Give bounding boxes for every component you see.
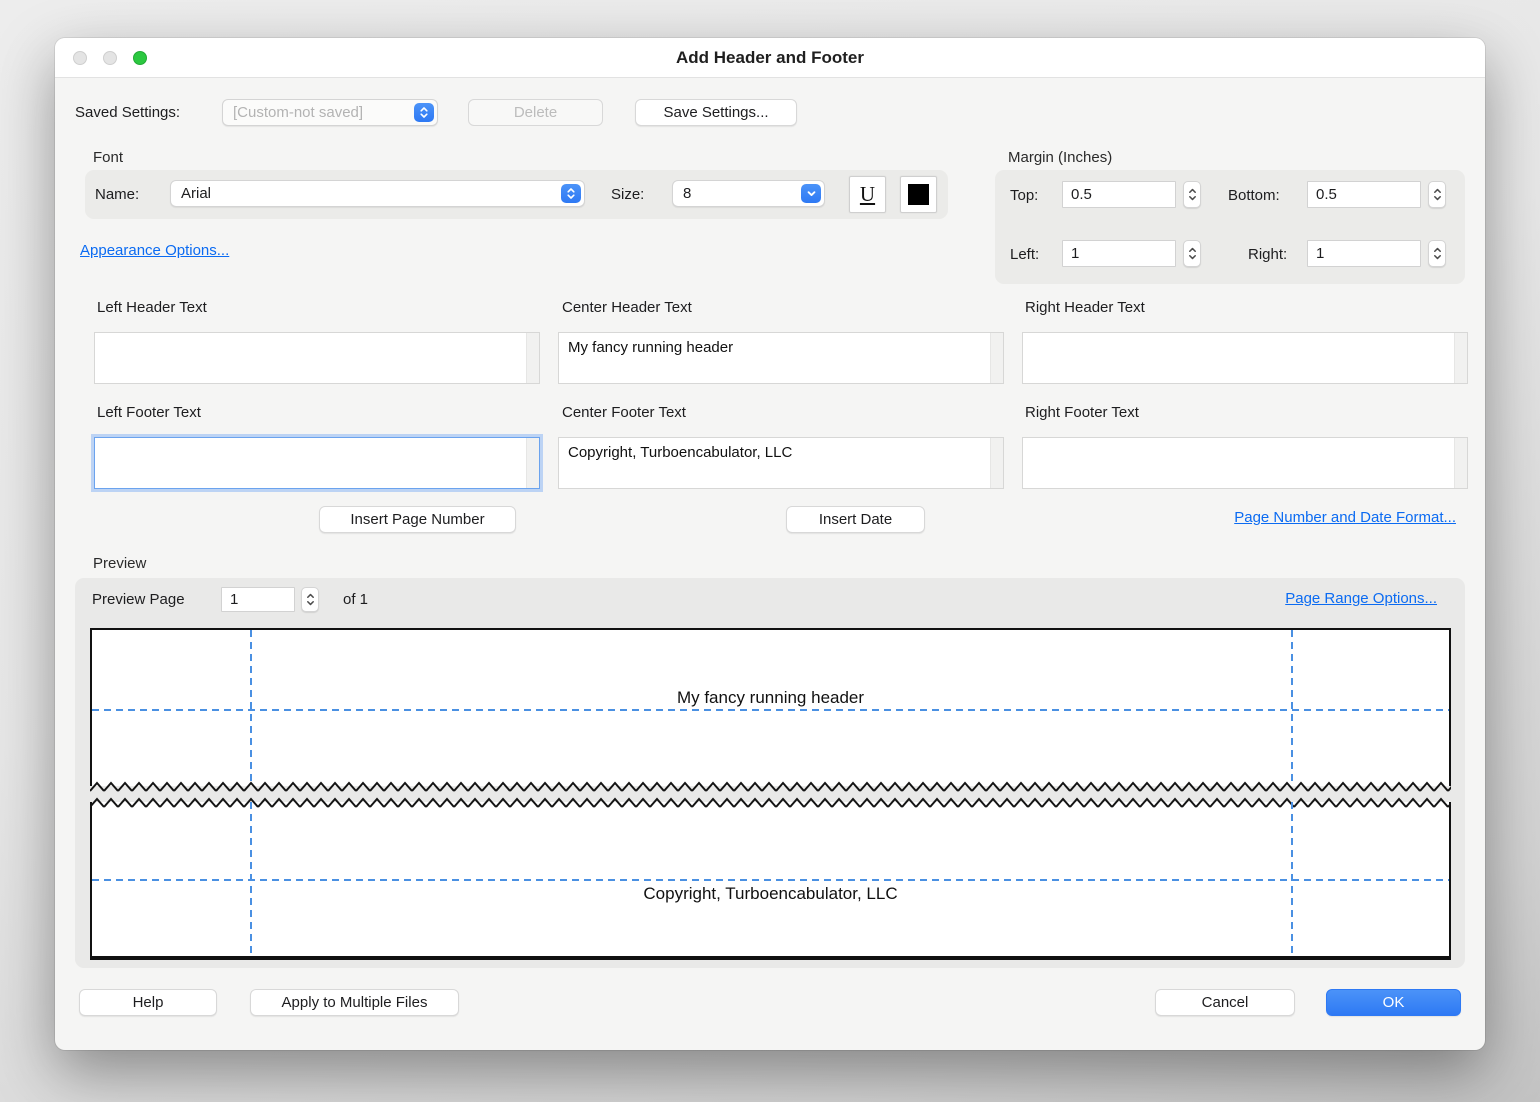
font-name-label: Name: <box>95 186 139 203</box>
font-name-select[interactable]: Arial <box>170 180 585 207</box>
margin-left-label: Left: <box>1010 246 1039 263</box>
margin-left-input[interactable] <box>1062 240 1176 267</box>
preview-section-label: Preview <box>93 555 146 572</box>
header-baseline-guide <box>92 709 1449 711</box>
preview-footer-text: Copyright, Turboencabulator, LLC <box>92 884 1449 904</box>
margin-bottom-label: Bottom: <box>1228 187 1280 204</box>
right-margin-guide <box>1291 630 1293 786</box>
left-footer-label: Left Footer Text <box>97 404 201 421</box>
preview-page-label: Preview Page <box>92 591 185 608</box>
dialog-title: Add Header and Footer <box>55 48 1485 68</box>
right-header-label: Right Header Text <box>1025 299 1145 316</box>
center-footer-label: Center Footer Text <box>562 404 686 421</box>
margin-right-stepper[interactable] <box>1428 240 1446 267</box>
margin-right-label: Right: <box>1248 246 1287 263</box>
right-footer-label: Right Footer Text <box>1025 404 1139 421</box>
page-range-options-link[interactable]: Page Range Options... <box>1285 590 1437 607</box>
popup-chevrons-icon <box>561 184 581 203</box>
left-header-textarea[interactable] <box>94 332 540 384</box>
insert-page-number-button[interactable]: Insert Page Number <box>319 506 516 533</box>
margin-bottom-input[interactable] <box>1307 181 1421 208</box>
margin-section-label: Margin (Inches) <box>1008 149 1112 166</box>
preview-page-top-fragment: My fancy running header <box>90 628 1451 786</box>
saved-settings-label: Saved Settings: <box>75 104 180 121</box>
apply-to-multiple-files-button[interactable]: Apply to Multiple Files <box>250 989 459 1016</box>
help-button[interactable]: Help <box>79 989 217 1016</box>
titlebar: Add Header and Footer <box>55 38 1485 78</box>
font-size-label: Size: <box>611 186 644 203</box>
margin-bottom-stepper[interactable] <box>1428 181 1446 208</box>
left-footer-textarea[interactable] <box>94 437 540 489</box>
scrollbar-gutter[interactable] <box>526 333 539 383</box>
insert-date-button[interactable]: Insert Date <box>786 506 925 533</box>
preview-header-text: My fancy running header <box>92 688 1449 708</box>
preview-panel: Preview Page of 1 Page Range Options... … <box>75 578 1465 968</box>
left-header-label: Left Header Text <box>97 299 207 316</box>
appearance-options-link[interactable]: Appearance Options... <box>80 242 229 259</box>
cancel-button[interactable]: Cancel <box>1155 989 1295 1016</box>
popup-chevrons-icon <box>414 103 434 122</box>
preview-page-count-label: of 1 <box>343 591 368 608</box>
center-header-label: Center Header Text <box>562 299 692 316</box>
scrollbar-gutter[interactable] <box>1454 438 1467 488</box>
font-size-value: 8 <box>683 185 691 202</box>
saved-settings-value: [Custom-not saved] <box>233 104 363 121</box>
torn-edge-zigzag <box>90 797 1451 809</box>
dialog-window: Add Header and Footer Saved Settings: [C… <box>55 38 1485 1050</box>
preview-page-input[interactable] <box>221 587 295 612</box>
scrollbar-gutter[interactable] <box>1454 333 1467 383</box>
scrollbar-gutter[interactable] <box>526 438 539 488</box>
scrollbar-gutter[interactable] <box>990 333 1003 383</box>
underline-button[interactable]: U <box>849 176 886 213</box>
font-name-value: Arial <box>181 185 211 202</box>
center-footer-textarea[interactable]: Copyright, Turboencabulator, LLC <box>558 437 1004 489</box>
saved-settings-select[interactable]: [Custom-not saved] <box>222 99 438 126</box>
color-swatch <box>908 184 929 205</box>
right-footer-textarea[interactable] <box>1022 437 1468 489</box>
delete-settings-button[interactable]: Delete <box>468 99 603 126</box>
save-settings-button[interactable]: Save Settings... <box>635 99 797 126</box>
preview-page-bottom-fragment: Copyright, Turboencabulator, LLC <box>90 802 1451 960</box>
left-margin-guide <box>250 630 252 786</box>
margin-top-label: Top: <box>1010 187 1038 204</box>
underline-glyph: U <box>860 182 875 207</box>
center-header-text: My fancy running header <box>568 338 987 357</box>
margin-left-stepper[interactable] <box>1183 240 1201 267</box>
ok-button[interactable]: OK <box>1326 989 1461 1016</box>
font-size-combo[interactable]: 8 <box>672 180 825 207</box>
combo-chevron-down-icon <box>801 184 821 203</box>
margin-top-input[interactable] <box>1062 181 1176 208</box>
page-number-date-format-link[interactable]: Page Number and Date Format... <box>1234 509 1456 526</box>
center-header-textarea[interactable]: My fancy running header <box>558 332 1004 384</box>
torn-edge-zigzag <box>90 781 1451 793</box>
footer-baseline-guide <box>92 879 1449 881</box>
center-footer-text: Copyright, Turboencabulator, LLC <box>568 443 987 462</box>
margin-top-stepper[interactable] <box>1183 181 1201 208</box>
margin-right-input[interactable] <box>1307 240 1421 267</box>
font-color-swatch-button[interactable] <box>900 176 937 213</box>
font-section-label: Font <box>93 149 123 166</box>
scrollbar-gutter[interactable] <box>990 438 1003 488</box>
right-header-textarea[interactable] <box>1022 332 1468 384</box>
preview-page-stepper[interactable] <box>301 587 319 612</box>
